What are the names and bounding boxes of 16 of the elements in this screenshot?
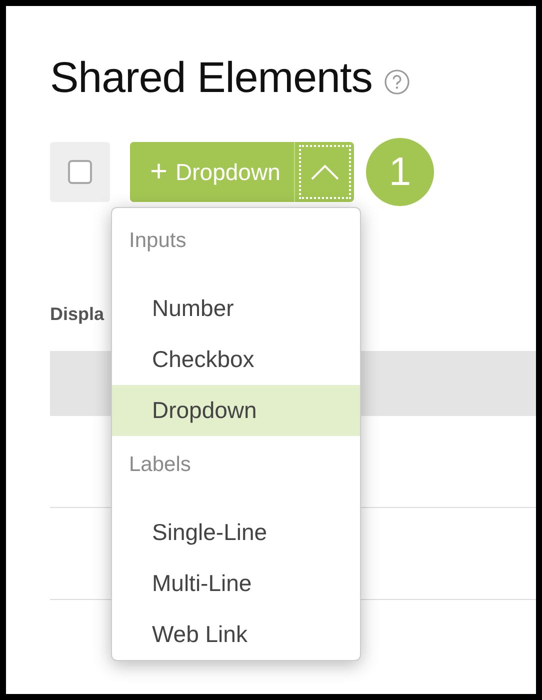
menu-item[interactable]: Single-Line [112,507,360,558]
menu-group-heading: Labels [128,452,192,478]
menu-group-heading: Inputs [128,228,188,254]
menu-item[interactable]: Checkbox [112,334,360,385]
help-icon [384,69,410,95]
page-title: Shared Elements [50,54,372,102]
menu-item[interactable]: Multi-Line [112,558,360,609]
menu-item[interactable]: Dropdown [112,385,360,436]
menu-item[interactable]: Web Link [112,609,360,660]
table-caption: Displa [50,304,104,325]
caret-icon [310,163,340,181]
menu-item[interactable]: Number [112,283,360,334]
checkbox-tile[interactable] [50,142,110,202]
menu-toggle-button[interactable] [300,146,350,198]
checkbox[interactable] [68,160,92,184]
step-badge: 1 [366,138,434,206]
